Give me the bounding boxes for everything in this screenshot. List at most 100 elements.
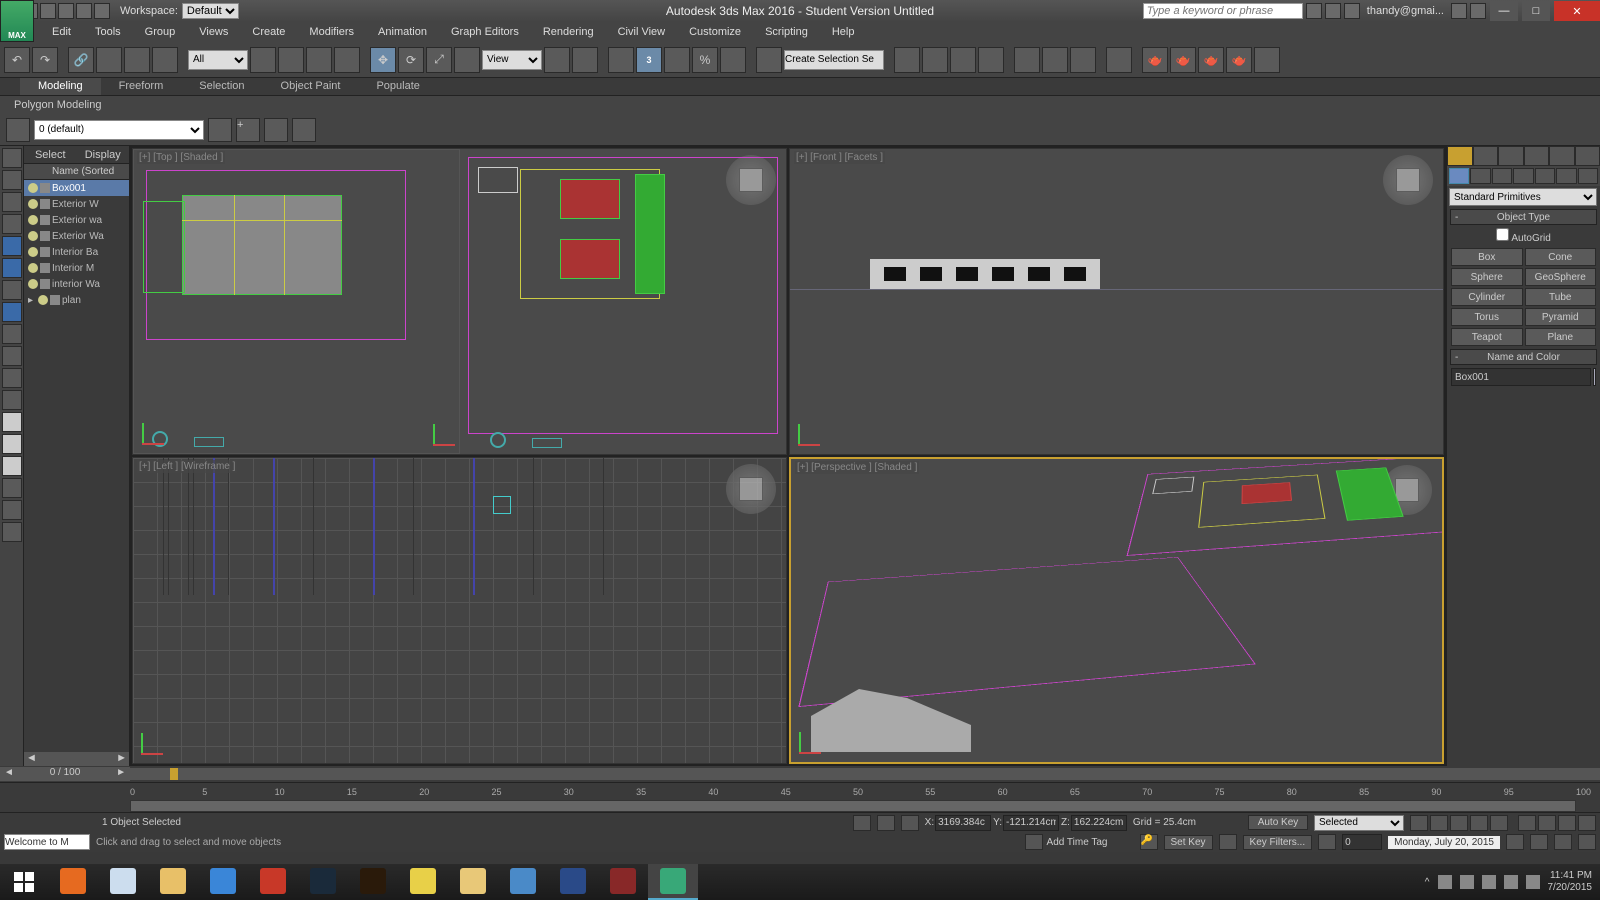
nav-fov-button[interactable] xyxy=(1578,815,1596,831)
dope-sheet-button[interactable] xyxy=(1042,47,1068,73)
viewport-persp-label[interactable]: [+] [Perspective ] [Shaded ] xyxy=(795,461,919,474)
scale-button[interactable]: ⤢ xyxy=(426,47,452,73)
taskbar-app-illustrator[interactable] xyxy=(348,864,398,900)
primitive-cylinder-button[interactable]: Cylinder xyxy=(1451,288,1523,306)
layer-new-button[interactable] xyxy=(208,118,232,142)
left-tool-2[interactable] xyxy=(2,170,22,190)
edit-named-sel-button[interactable] xyxy=(756,47,782,73)
window-crossing-button[interactable] xyxy=(334,47,360,73)
utilities-tab[interactable] xyxy=(1575,146,1600,166)
left-tool-1[interactable] xyxy=(2,148,22,168)
undo-button[interactable]: ↶ xyxy=(4,47,30,73)
viewport-perspective[interactable]: [+] [Perspective ] [Shaded ] xyxy=(789,457,1444,764)
left-tool-18[interactable] xyxy=(2,522,22,542)
primitive-teapot-button[interactable]: Teapot xyxy=(1451,328,1523,346)
align-button[interactable] xyxy=(922,47,948,73)
menu-create[interactable]: Create xyxy=(240,24,297,40)
key-icon[interactable]: 🔑 xyxy=(1140,834,1158,850)
keymode-icon[interactable] xyxy=(1219,834,1237,850)
spinner-snap-button[interactable] xyxy=(720,47,746,73)
left-tool-17[interactable] xyxy=(2,500,22,520)
shapes-category[interactable] xyxy=(1470,168,1490,184)
primitive-pyramid-button[interactable]: Pyramid xyxy=(1525,308,1597,326)
left-tool-15[interactable] xyxy=(2,456,22,476)
user-label[interactable]: thandy@gmai... xyxy=(1367,5,1444,17)
render-production-button[interactable]: 🫖 xyxy=(1198,47,1224,73)
ribbon-tab-selection[interactable]: Selection xyxy=(181,78,262,95)
snap-3d-button[interactable]: 3 xyxy=(636,47,662,73)
left-tool-14[interactable] xyxy=(2,434,22,454)
tray-icon-1[interactable] xyxy=(1438,875,1452,889)
left-tool-3[interactable] xyxy=(2,192,22,212)
lock-selection-icon[interactable] xyxy=(853,815,871,831)
schematic-button[interactable] xyxy=(152,47,178,73)
menu-graph-editors[interactable]: Graph Editors xyxy=(439,24,531,40)
frame-prev-icon[interactable] xyxy=(1318,834,1336,850)
nav-zoomext-button[interactable] xyxy=(1558,815,1576,831)
layer-add-button[interactable]: + xyxy=(236,118,260,142)
play-button[interactable] xyxy=(1450,815,1468,831)
primitive-geosphere-button[interactable]: GeoSphere xyxy=(1525,268,1597,286)
scene-item[interactable]: ▸plan xyxy=(24,292,129,308)
ribbon-tab-object-paint[interactable]: Object Paint xyxy=(263,78,359,95)
menu-rendering[interactable]: Rendering xyxy=(531,24,606,40)
render-frame-button[interactable]: 🫖 xyxy=(1170,47,1196,73)
primitive-cone-button[interactable]: Cone xyxy=(1525,248,1597,266)
curve-editor-button[interactable] xyxy=(1014,47,1040,73)
menu-tools[interactable]: Tools xyxy=(83,24,133,40)
scene-item[interactable]: interior Wa xyxy=(24,276,129,292)
setkey-button[interactable]: Set Key xyxy=(1164,835,1213,850)
scenex-column-header[interactable]: Name (Sorted Ascend xyxy=(24,164,129,180)
menu-animation[interactable]: Animation xyxy=(366,24,439,40)
selection-lock-icon[interactable] xyxy=(901,815,919,831)
help-search-input[interactable] xyxy=(1143,3,1303,19)
unlink-button[interactable] xyxy=(96,47,122,73)
select-button[interactable] xyxy=(250,47,276,73)
prev-frame-button[interactable] xyxy=(1430,815,1448,831)
scene-item[interactable]: Exterior Wa xyxy=(24,228,129,244)
scene-item[interactable]: Exterior wa xyxy=(24,212,129,228)
nav-orbit-button[interactable] xyxy=(1530,834,1548,850)
nav-minmax-button[interactable] xyxy=(1578,834,1596,850)
goto-start-button[interactable] xyxy=(1410,815,1428,831)
help-icon[interactable] xyxy=(1470,3,1486,19)
primitive-plane-button[interactable]: Plane xyxy=(1525,328,1597,346)
autogrid-checkbox[interactable]: AutoGrid xyxy=(1447,226,1600,246)
systems-category[interactable] xyxy=(1578,168,1598,184)
object-type-rollout[interactable]: Object Type xyxy=(1450,209,1597,225)
create-tab[interactable] xyxy=(1447,146,1473,166)
select-name-button[interactable] xyxy=(278,47,304,73)
y-coord-input[interactable] xyxy=(1003,815,1059,831)
tray-network-icon[interactable] xyxy=(1482,875,1496,889)
taskbar-app-program[interactable] xyxy=(498,864,548,900)
user-icon[interactable] xyxy=(1344,3,1360,19)
taskbar-app-calculator[interactable] xyxy=(98,864,148,900)
exchange-icon[interactable] xyxy=(1451,3,1467,19)
taskbar-app-explorer[interactable] xyxy=(448,864,498,900)
manipulate-button[interactable] xyxy=(572,47,598,73)
keyfilters-button[interactable]: Key Filters... xyxy=(1243,835,1313,850)
ribbon-tab-populate[interactable]: Populate xyxy=(358,78,437,95)
layer-current-button[interactable] xyxy=(292,118,316,142)
primitive-type-dropdown[interactable]: Standard Primitives xyxy=(1449,188,1597,206)
render-active-button[interactable] xyxy=(1254,47,1280,73)
left-tool-10[interactable] xyxy=(2,346,22,366)
time-slider[interactable] xyxy=(130,768,1600,780)
taskbar-app-firefox[interactable] xyxy=(48,864,98,900)
redo-button[interactable]: ↷ xyxy=(32,47,58,73)
range-slider[interactable] xyxy=(130,800,1576,812)
qat-undo-icon[interactable] xyxy=(58,3,74,19)
select-region-button[interactable] xyxy=(306,47,332,73)
viewcube-icon[interactable] xyxy=(1383,155,1433,205)
snap-toggle-button[interactable] xyxy=(608,47,634,73)
tray-icon-2[interactable] xyxy=(1460,875,1474,889)
taskbar-app-chrome[interactable] xyxy=(398,864,448,900)
hierarchy-tab[interactable] xyxy=(1498,146,1524,166)
percent-snap-button[interactable]: % xyxy=(692,47,718,73)
coord-system-dropdown[interactable]: View xyxy=(482,50,542,70)
goto-end-button[interactable] xyxy=(1490,815,1508,831)
viewport-left[interactable]: [+] [Left ] [Wireframe ] xyxy=(132,457,787,764)
primitive-tube-button[interactable]: Tube xyxy=(1525,288,1597,306)
scenex-tab-select[interactable]: Select xyxy=(24,146,77,163)
ribbon-tab-modeling[interactable]: Modeling xyxy=(20,78,101,95)
